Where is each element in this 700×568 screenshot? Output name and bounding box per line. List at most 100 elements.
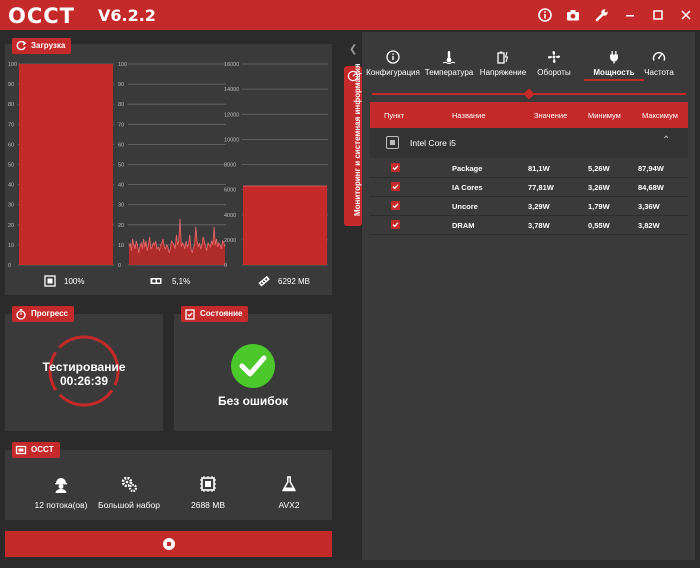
tab-frequency[interactable]: Частота [632,50,686,77]
state-panel-tag: Состояние [181,306,249,322]
title-bar: OCCT V6.2.2 [0,0,700,30]
y-tick-label: 40 [118,183,124,189]
tab-temperature[interactable]: Температура [422,50,476,77]
y-tick-label: 0 [118,263,121,269]
tab-fans[interactable]: Обороты [527,50,581,77]
clipboard-check-icon [185,309,195,320]
app-logo: OCCT [8,4,75,28]
state-status: Без ошибок [217,394,289,408]
thermometer-icon [442,51,456,64]
minimize-icon[interactable] [622,7,638,23]
wrench-icon[interactable] [594,7,610,23]
column-value: Значение [534,111,568,120]
fan-icon [548,51,560,63]
sensor-min: 5,26W [588,164,610,173]
y-tick-label: 10 [8,243,14,249]
battery-icon [497,51,509,64]
collapse-arrow-icon[interactable]: ❮ [349,44,359,55]
tab-voltage[interactable]: Напряжение [476,50,530,77]
gpu-icon [150,278,162,284]
sensor-max: 3,82W [638,221,660,230]
y-tick-label: 80 [118,102,124,108]
column-item: Пункт [384,111,405,120]
y-tick-label: 70 [8,122,14,128]
load-panel-tag: Загрузка [12,38,72,54]
sensor-name: Package [452,164,483,173]
y-tick-label: 40 [8,183,14,189]
monitoring-side-tab-label: Мониторинг и системная информация [353,63,362,216]
tab-configuration[interactable]: Конфигурация [366,50,420,77]
progress-panel-title: Прогресс [31,309,68,318]
memory-icon [258,275,270,287]
state-panel-title: Состояние [200,309,243,318]
chevron-up-icon[interactable]: ⌃ [662,135,670,146]
sensor-checkbox[interactable] [391,220,400,229]
y-tick-label: 2000 [224,238,236,244]
sensor-min: 1,79W [588,202,610,211]
close-icon[interactable] [678,7,694,23]
stop-test-bar[interactable] [5,531,332,557]
stop-icon[interactable] [163,538,175,550]
sensor-row: Uncore 3,29W 1,79W 3,36W [370,197,688,216]
monitoring-panel: Конфигурация Температура Напряжение Обор… [362,32,695,560]
sensor-name: IA Cores [452,183,483,192]
sensor-table-header: Пункт Название Значение Минимум Максимум [370,102,688,128]
y-tick-label: 50 [8,163,14,169]
gauge-icon [652,52,666,61]
occt-logo-icon [15,445,27,455]
y-tick-label: 10 [118,243,124,249]
sensor-checkbox[interactable] [391,163,400,172]
worker-icon [55,478,67,493]
y-tick-label: 20 [118,223,124,229]
progress-status: Тестирование [42,360,126,374]
y-tick-label: 6000 [224,188,236,194]
sensor-group-name: Intel Core i5 [410,138,456,148]
sensor-row: IA Cores 77,81W 3,26W 84,68W [370,178,688,197]
sensor-name: DRAM [452,221,475,230]
y-tick-label: 80 [8,102,14,108]
gpu-load-svg: 0 10 20 30 40 50 60 70 80 90 100 [118,62,226,269]
y-tick-label: 10000 [224,137,239,143]
y-tick-label: 90 [118,82,124,88]
y-tick-label: 50 [118,163,124,169]
sensor-checkbox[interactable] [391,201,400,210]
y-tick-label: 30 [118,203,124,209]
maximize-icon[interactable] [650,7,666,23]
memory-usage-chart: 0 2000 4000 6000 8000 10000 12000 14000 16000 [224,58,330,270]
occt-dataset-label: Большой набор [98,500,160,510]
y-tick-label: 4000 [224,213,236,219]
y-tick-label: 60 [8,142,14,148]
occt-panel-title: OCCT [31,445,54,454]
gpu-load-chart: 0 10 20 30 40 50 60 70 80 90 100 [118,58,228,270]
active-tab-indicator [584,79,644,81]
sensor-checkbox[interactable] [391,182,400,191]
sensor-group-cpu[interactable]: Intel Core i5 ⌃ [370,128,688,158]
load-area [243,186,327,265]
success-check-icon [231,344,275,388]
timeline-slider-knob[interactable] [523,88,535,100]
column-min: Минимум [588,111,621,120]
monitoring-side-tab[interactable]: Мониторинг и системная информация [344,63,362,226]
info-icon[interactable] [537,7,553,23]
memory-usage-svg: 0 2000 4000 6000 8000 10000 12000 14000 16000 [224,62,328,269]
sensor-value: 3,29W [528,202,550,211]
cpu-icon [44,275,56,287]
y-tick-label: 14000 [224,87,239,93]
y-tick-label: 100 [8,62,17,68]
cpu-load-value: 100% [64,277,85,286]
y-tick-label: 12000 [224,112,239,118]
sensor-value: 3,78W [528,221,550,230]
memory-chip-icon [200,476,216,492]
load-bar [19,64,113,265]
camera-icon[interactable] [565,7,581,23]
gpu-load-value: 5,1% [172,277,191,286]
column-name: Название [452,111,486,120]
y-tick-label: 30 [8,203,14,209]
sensor-min: 0,55W [588,221,610,230]
cpu-load-chart: 0 10 20 30 40 50 60 70 80 90 100 [8,58,116,270]
gears-icon [121,476,138,493]
flask-icon [282,476,296,492]
progress-panel-tag: Прогресс [12,306,74,322]
stopwatch-icon [16,309,26,320]
sensor-max: 84,68W [638,183,664,192]
